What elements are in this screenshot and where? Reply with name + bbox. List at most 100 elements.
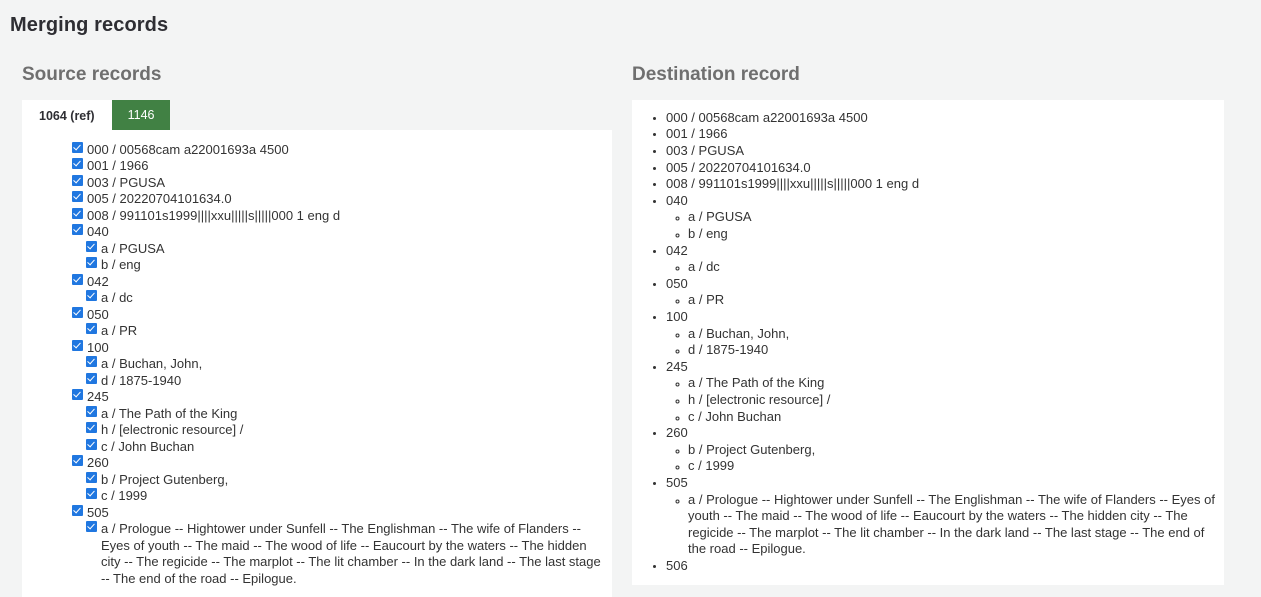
destination-field-row: 008 / 991101s1999||||xxu|||||s|||||000 1… — [666, 176, 1218, 193]
source-field-row: 100 a / Buchan, John, d / 1875-1940 — [72, 339, 606, 390]
source-field-line: 050 — [72, 306, 606, 324]
subfield-checkbox-checked-icon[interactable] — [86, 488, 97, 500]
destination-subfield-row: a / dc — [688, 259, 1218, 276]
field-checkbox-checked-icon[interactable] — [72, 455, 83, 467]
destination-subfield-row: a / Buchan, John, — [688, 326, 1218, 343]
source-subfield-text: h / [electronic resource] / — [101, 422, 244, 438]
subfield-checkbox-checked-icon[interactable] — [86, 521, 97, 533]
source-field-row: 005 / 20220704101634.0 — [72, 191, 606, 208]
subfield-checkbox-checked-icon[interactable] — [86, 471, 97, 483]
source-subfield-row: a / dc — [86, 290, 606, 307]
destination-subfield-list: a / Prologue -- Hightower under Sunfell … — [666, 492, 1218, 558]
source-subfield-row: b / Project Gutenberg, — [86, 471, 606, 489]
destination-field-text: 040 — [666, 192, 688, 208]
source-field-text: 100 — [87, 339, 109, 355]
field-checkbox-checked-icon[interactable] — [72, 389, 83, 401]
source-field-line: 003 / PGUSA — [72, 174, 606, 192]
source-subfield-line: h / [electronic resource] / — [86, 422, 606, 439]
source-subfield-line: a / PR — [86, 323, 606, 340]
source-field-line: 260 — [72, 455, 606, 472]
source-tab-1064-ref[interactable]: 1064 (ref) — [22, 99, 112, 130]
destination-subfield-list: a / The Path of the Kingh / [electronic … — [666, 375, 1218, 425]
source-subfield-line: b / Project Gutenberg, — [86, 471, 606, 489]
source-marc-field-list: 000 / 00568cam a22001693a 4500 001 / 1966… — [28, 141, 606, 588]
destination-field-text: 003 / PGUSA — [666, 143, 745, 159]
source-subfield-line: c / John Buchan — [86, 438, 606, 456]
source-subfield-line: d / 1875-1940 — [86, 372, 606, 390]
source-field-row: 050 a / PR — [72, 306, 606, 340]
subfield-checkbox-checked-icon[interactable] — [86, 290, 97, 302]
source-field-text: 000 / 00568cam a22001693a 4500 — [87, 141, 289, 157]
destination-field-row: 506 — [666, 558, 1218, 575]
destination-field-row: 003 / PGUSA — [666, 143, 1218, 160]
destination-subfield-list: b / Project Gutenberg,c / 1999 — [666, 442, 1218, 475]
destination-subfield-list: a / PGUSAb / eng — [666, 209, 1218, 242]
source-field-row: 001 / 1966 — [72, 158, 606, 175]
field-checkbox-checked-icon[interactable] — [72, 273, 83, 285]
field-checkbox-checked-icon[interactable] — [72, 207, 83, 219]
source-field-text: 008 / 991101s1999||||xxu|||||s|||||000 1… — [87, 207, 341, 223]
source-subfield-list: b / Project Gutenberg, c / 1999 — [72, 471, 606, 505]
source-field-line: 245 — [72, 389, 606, 406]
source-subfield-row: c / 1999 — [86, 488, 606, 505]
subfield-checkbox-checked-icon[interactable] — [86, 405, 97, 417]
destination-marc-field-list: 000 / 00568cam a22001693a 4500001 / 1966… — [638, 110, 1218, 575]
source-field-text: 505 — [87, 504, 109, 520]
source-field-text: 005 / 20220704101634.0 — [87, 191, 232, 207]
destination-field-text: 001 / 1966 — [666, 126, 728, 142]
source-subfield-row: c / John Buchan — [86, 438, 606, 456]
subfield-checkbox-checked-icon[interactable] — [86, 240, 97, 252]
subfield-checkbox-checked-icon[interactable] — [86, 257, 97, 269]
field-checkbox-checked-icon[interactable] — [72, 504, 83, 516]
destination-field-row: 040a / PGUSAb / eng — [666, 193, 1218, 243]
field-checkbox-checked-icon[interactable] — [72, 141, 83, 153]
destination-field-text: 260 — [666, 425, 688, 441]
destination-field-text: 505 — [666, 474, 688, 490]
source-subfield-text: a / The Path of the King — [101, 405, 238, 421]
source-field-line: 005 / 20220704101634.0 — [72, 191, 606, 208]
source-subfield-list: a / Prologue -- Hightower under Sunfell … — [72, 521, 606, 587]
destination-field-row: 000 / 00568cam a22001693a 4500 — [666, 110, 1218, 127]
source-tab-1146[interactable]: 1146 — [111, 99, 171, 130]
field-checkbox-checked-icon[interactable] — [72, 158, 83, 170]
source-subfield-list: a / Buchan, John, d / 1875-1940 — [72, 356, 606, 389]
source-field-row: 000 / 00568cam a22001693a 4500 — [72, 141, 606, 159]
source-field-text: 003 / PGUSA — [87, 174, 166, 190]
source-subfield-row: d / 1875-1940 — [86, 372, 606, 390]
subfield-checkbox-checked-icon[interactable] — [86, 422, 97, 434]
subfield-checkbox-checked-icon[interactable] — [86, 438, 97, 450]
source-subfield-text: d / 1875-1940 — [101, 372, 182, 388]
source-subfield-line: a / Prologue -- Hightower under Sunfell … — [86, 521, 606, 587]
destination-subfield-row: b / eng — [688, 226, 1218, 243]
field-checkbox-checked-icon[interactable] — [72, 306, 83, 318]
source-subfield-row: h / [electronic resource] / — [86, 422, 606, 439]
source-records-column: Source records 1064 (ref) 1146 000 / 0056… — [0, 37, 612, 597]
subfield-checkbox-checked-icon[interactable] — [86, 323, 97, 335]
destination-subfield-list: a / dc — [666, 259, 1218, 276]
subfield-checkbox-checked-icon[interactable] — [86, 372, 97, 384]
destination-field-text: 100 — [666, 309, 688, 325]
destination-subfield-row: d / 1875-1940 — [688, 342, 1218, 359]
page-title: Merging records — [10, 14, 169, 36]
field-checkbox-checked-icon[interactable] — [72, 174, 83, 186]
field-checkbox-checked-icon[interactable] — [72, 191, 83, 203]
source-subfield-text: b / Project Gutenberg, — [101, 471, 229, 487]
destination-subfield-row: b / Project Gutenberg, — [688, 442, 1218, 459]
destination-field-row: 245a / The Path of the Kingh / [electron… — [666, 359, 1218, 425]
destination-field-text: 042 — [666, 242, 688, 258]
source-subfield-text: a / PGUSA — [101, 240, 165, 256]
merge-columns: Source records 1064 (ref) 1146 000 / 0056… — [0, 37, 1261, 597]
source-field-text: 260 — [87, 455, 109, 471]
source-field-line: 100 — [72, 339, 606, 357]
source-subfield-row: a / PR — [86, 323, 606, 340]
source-subfield-list: a / PGUSA b / eng — [72, 240, 606, 274]
source-record-tabs: 1064 (ref) 1146 — [22, 99, 612, 130]
field-checkbox-checked-icon[interactable] — [72, 339, 83, 351]
source-subfield-line: a / PGUSA — [86, 240, 606, 258]
subfield-checkbox-checked-icon[interactable] — [86, 356, 97, 368]
source-subfield-row: b / eng — [86, 257, 606, 274]
destination-field-row: 260b / Project Gutenberg,c / 1999 — [666, 425, 1218, 475]
source-subfield-row: a / PGUSA — [86, 240, 606, 258]
source-field-row: 003 / PGUSA — [72, 174, 606, 192]
field-checkbox-checked-icon[interactable] — [72, 224, 83, 236]
